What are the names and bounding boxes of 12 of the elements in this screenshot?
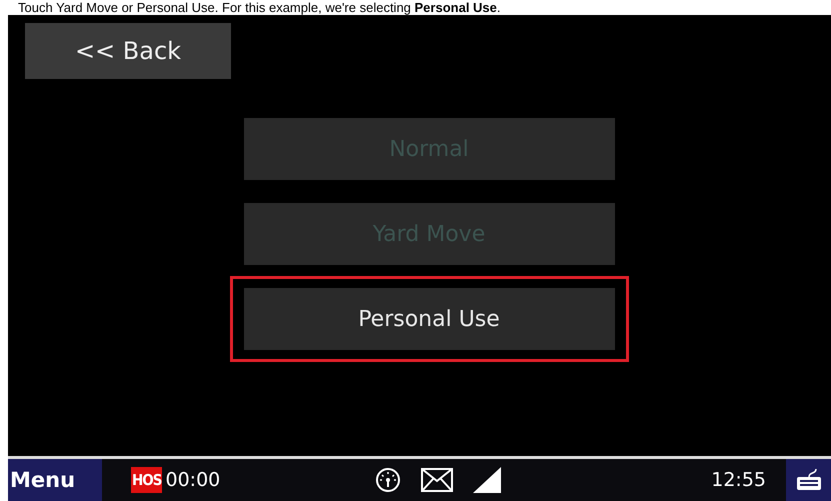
caption-text: Touch Yard Move or Personal Use. For this example, we're selecting Personal Use. <box>18 0 501 15</box>
keyboard-icon <box>796 468 822 492</box>
hos-badge: HOS <box>131 467 162 493</box>
mail-icon[interactable] <box>421 468 454 492</box>
back-button[interactable]: << Back <box>25 23 231 79</box>
option-button[interactable]: Personal Use <box>244 288 614 350</box>
gauge-icon[interactable] <box>375 467 402 493</box>
signal-icon <box>473 467 502 493</box>
clock-time: 12:55 <box>711 469 766 491</box>
hos-time: 00:00 <box>165 469 220 491</box>
menu-button[interactable]: Menu <box>8 459 102 501</box>
keyboard-button[interactable] <box>786 459 831 501</box>
